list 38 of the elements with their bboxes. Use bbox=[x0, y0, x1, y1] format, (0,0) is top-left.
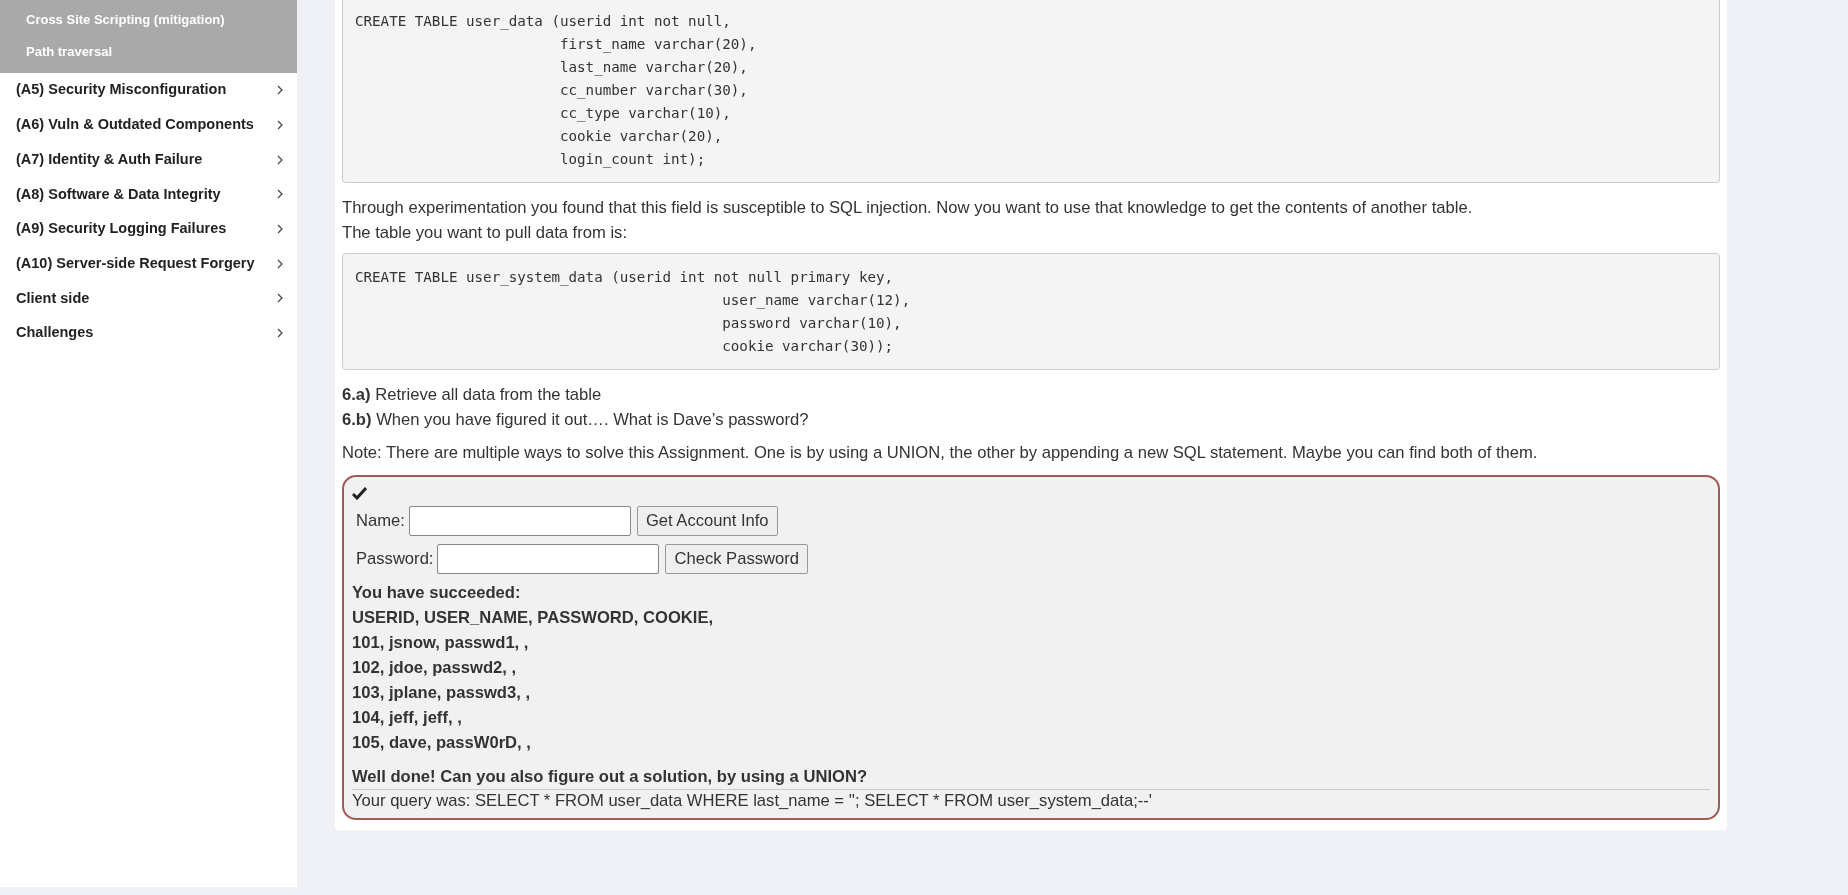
result-line: 104, jeff, jeff, , bbox=[352, 707, 462, 729]
text-line: The table you want to pull data from is: bbox=[342, 222, 627, 244]
chevron-right-icon bbox=[277, 85, 283, 96]
field-label: Password: bbox=[356, 547, 434, 570]
sidebar-item[interactable]: (A8) Software & Data Integrity bbox=[0, 177, 297, 212]
result-line: 101, jsnow, passwd1, , bbox=[352, 632, 529, 654]
sidebar-item[interactable]: (A5) Security Misconfiguration bbox=[0, 73, 297, 108]
result-line: 102, jdoe, passwd2, , bbox=[352, 657, 517, 679]
code-block: CREATE TABLE user_data (userid int not null, first_name varchar(20), last_name varchar(20), cc_number varchar(30), cc_type varchar(10), cookie varchar(20), login_count int); bbox=[342, 0, 1720, 183]
sidebar-item[interactable]: (A10) Server-side Request Forgery bbox=[0, 246, 297, 282]
result-line: USERID, USER_NAME, PASSWORD, COOKIE, bbox=[352, 607, 714, 629]
text-line: Through experimentation you found that this field is susceptible to SQL injection. Now you want to use that knowledge to get the contents of another table. bbox=[342, 197, 1473, 219]
chevron-right-icon bbox=[277, 224, 283, 235]
chevron-right-icon bbox=[277, 328, 283, 339]
sidebar-item[interactable]: Challenges bbox=[0, 315, 297, 351]
chevron-right-icon bbox=[277, 154, 283, 165]
chevron-right-icon bbox=[277, 293, 283, 304]
chevron-right-icon bbox=[277, 189, 283, 200]
submit-button[interactable]: Check Password bbox=[665, 544, 808, 574]
text-line: 6.b) When you have figured it out…. What is Dave’s password? bbox=[342, 409, 809, 431]
chevron-right-icon bbox=[277, 120, 283, 131]
code-block: CREATE TABLE user_system_data (userid int not null primary key, user_name varchar(12), password varchar(10), cookie varchar(30)); bbox=[342, 253, 1720, 370]
sidebar-item[interactable]: (A6) Vuln & Outdated Components bbox=[0, 107, 297, 143]
feedback-text: Well done! Can you also figure out a solution, by using a UNION? bbox=[352, 765, 868, 787]
input-field[interactable] bbox=[408, 506, 631, 536]
field-label: Name: bbox=[356, 509, 405, 532]
note-text: Note: There are multiple ways to solve this Assignment. One is by using a UNION, the other by appending a new SQL statement. Maybe you can find both of them. bbox=[342, 442, 1538, 464]
text-line: 6.a) Retrieve all data from the table bbox=[342, 384, 602, 406]
result-line: You have succeeded: bbox=[352, 582, 521, 604]
submit-button[interactable]: Get Account Info bbox=[636, 506, 778, 536]
input-field[interactable] bbox=[437, 544, 660, 574]
chevron-right-icon bbox=[277, 258, 283, 269]
sidebar-item[interactable]: (A7) Identity & Auth Failure bbox=[0, 142, 297, 178]
result-line: 105, dave, passW0rD, , bbox=[352, 732, 531, 754]
result-line: 103, jplane, passwd3, , bbox=[352, 682, 530, 704]
sidebar-item[interactable]: Client side bbox=[0, 281, 297, 316]
sidebar-item[interactable]: (A9) Security Logging Failures bbox=[0, 211, 297, 247]
query-text: Your query was: SELECT * FROM user_data WHERE last_name = ''; SELECT * FROM user_system_data;--' bbox=[352, 790, 1152, 812]
